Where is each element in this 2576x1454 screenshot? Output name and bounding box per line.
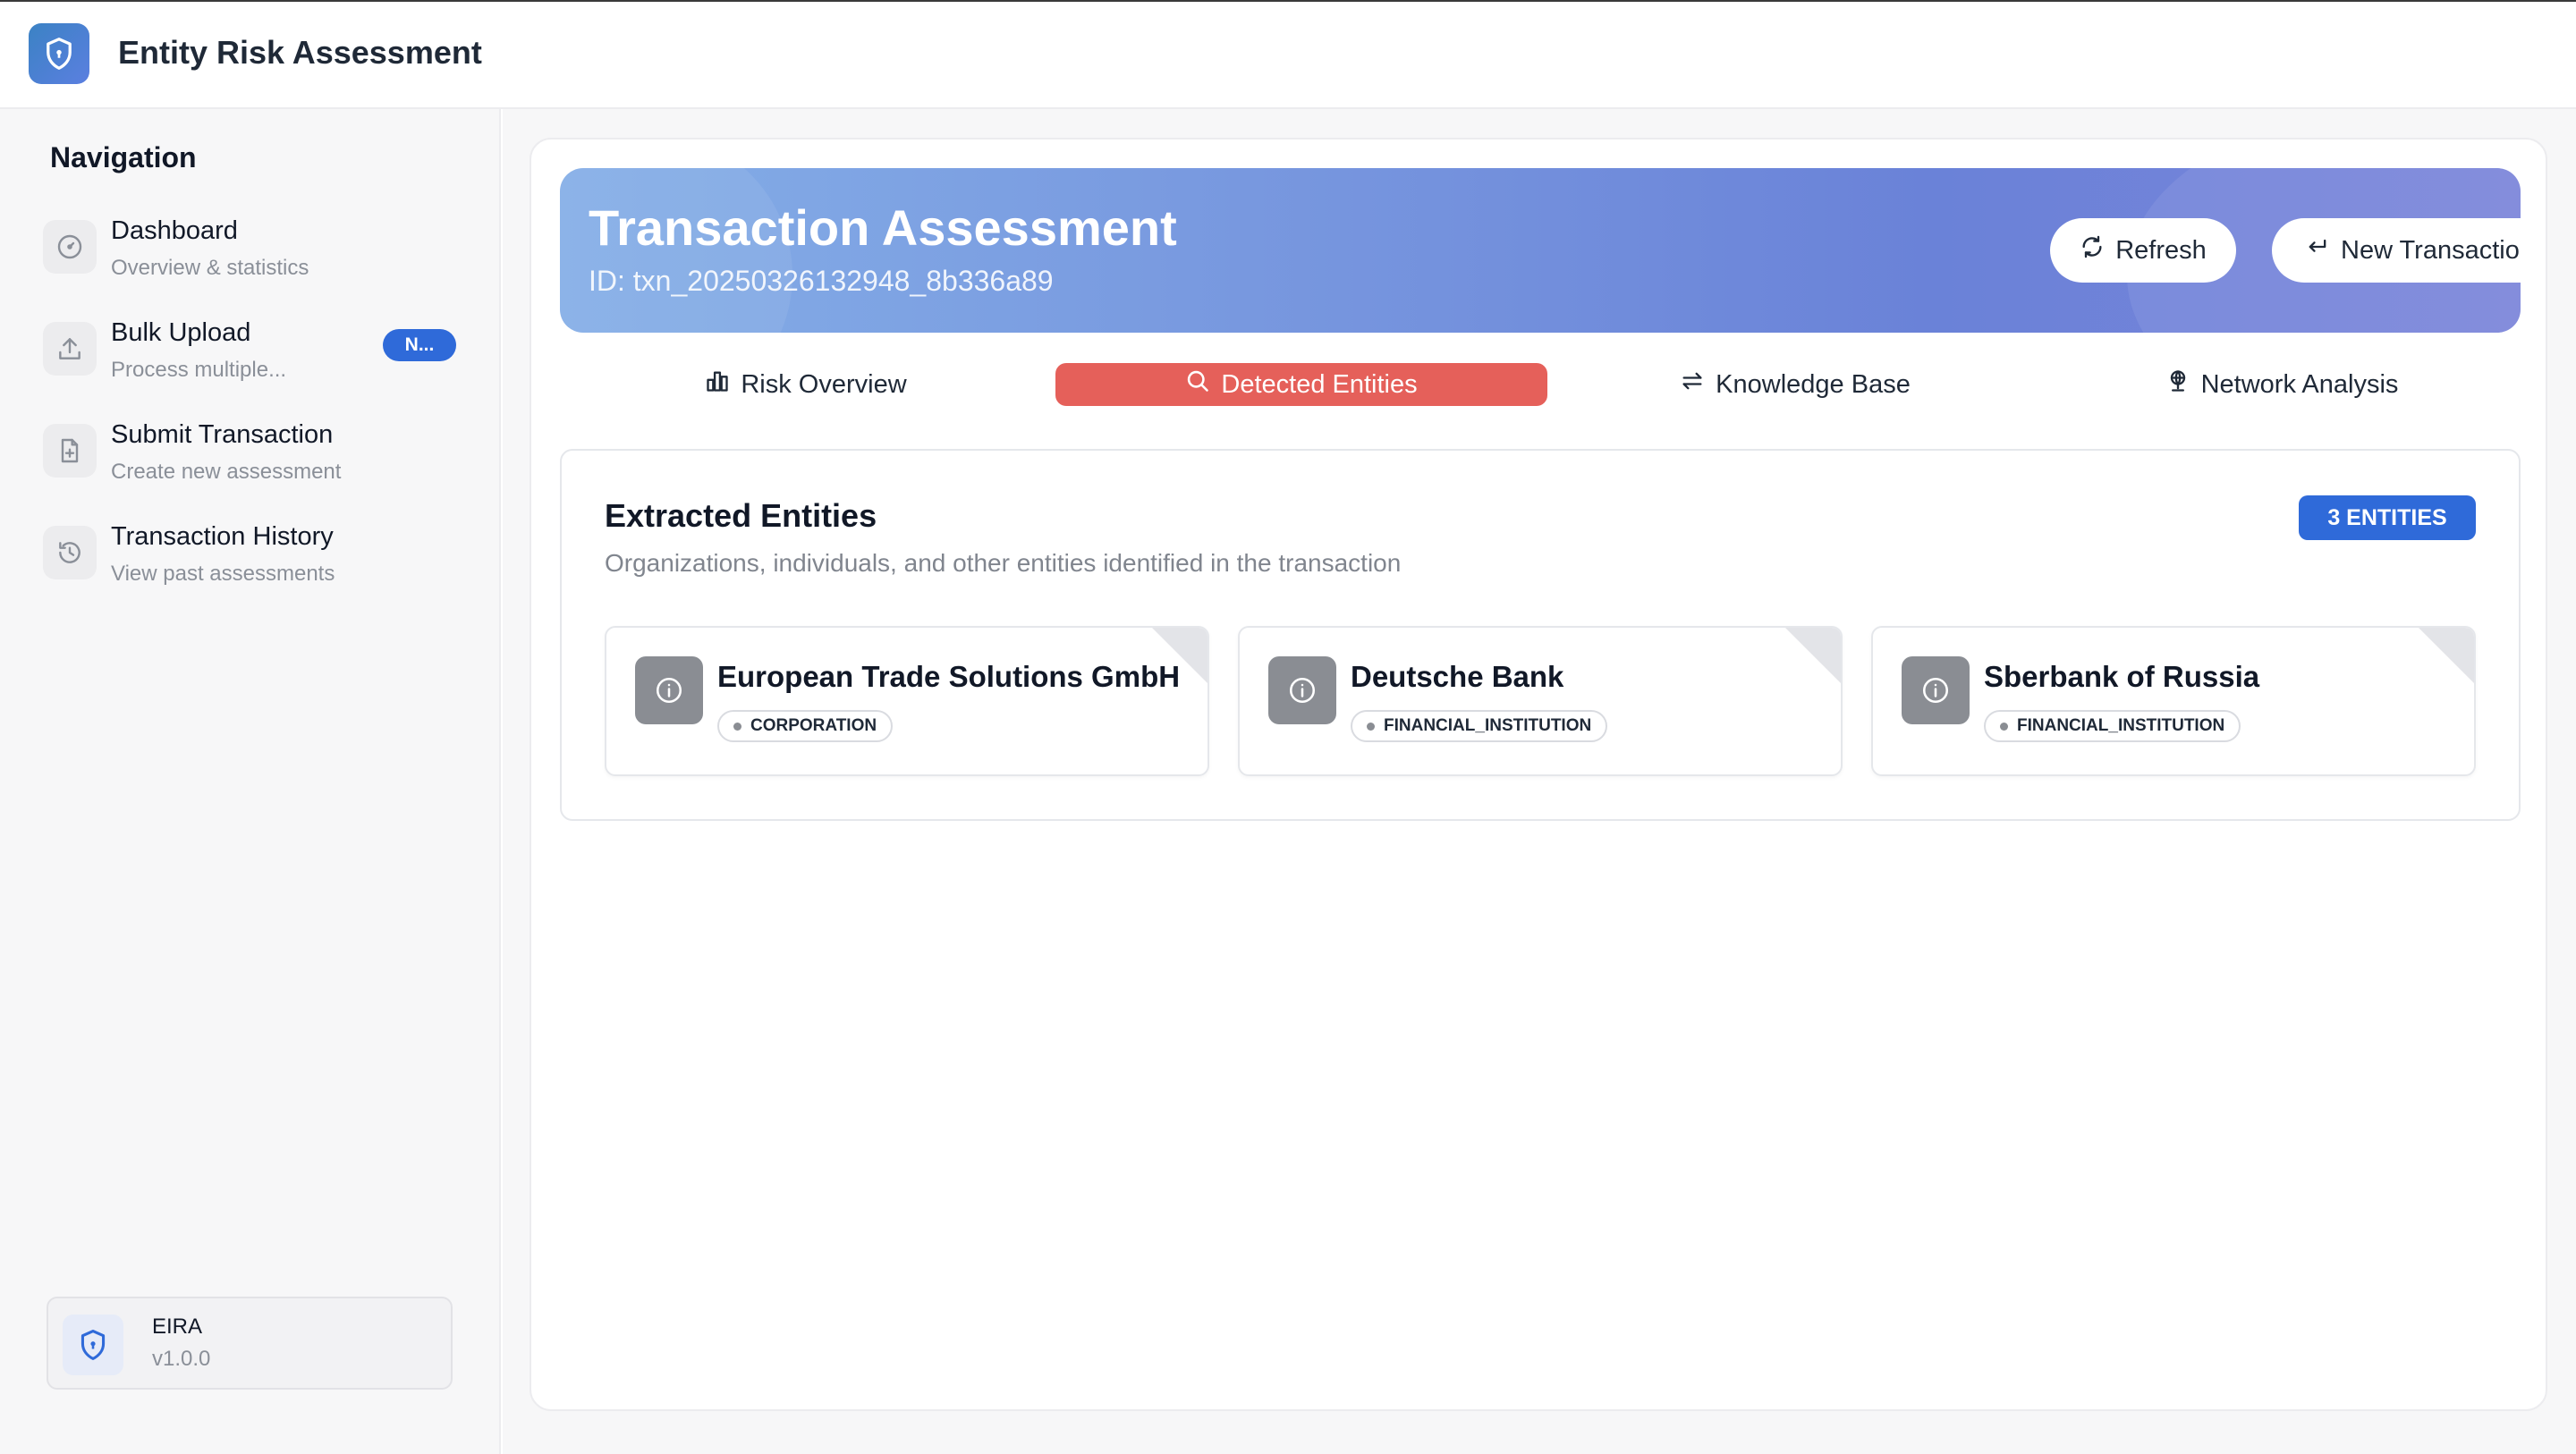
entity-type-label: CORPORATION bbox=[750, 716, 877, 735]
tab-detected-entities[interactable]: Detected Entities bbox=[1055, 363, 1547, 406]
card-corner-fold bbox=[2419, 628, 2474, 683]
sidebar-item-subtitle: View past assessments bbox=[111, 562, 335, 586]
app-name: EIRA bbox=[152, 1315, 203, 1339]
type-dot bbox=[733, 722, 741, 731]
sidebar: Navigation Dashboard Overview & statisti… bbox=[0, 109, 501, 1454]
refresh-label: Refresh bbox=[2115, 235, 2207, 265]
file-plus-icon bbox=[43, 424, 97, 478]
info-icon bbox=[635, 656, 703, 724]
network-globe-icon bbox=[2165, 368, 2190, 401]
version-card: EIRA v1.0.0 bbox=[47, 1297, 453, 1390]
refresh-icon bbox=[2080, 234, 2105, 266]
extracted-entities-panel: Extracted Entities Organizations, indivi… bbox=[560, 449, 2521, 821]
assessment-card: Transaction Assessment ID: txn_202503261… bbox=[530, 138, 2547, 1411]
nav-heading: Navigation bbox=[50, 141, 197, 173]
entity-name: Sberbank of Russia bbox=[1984, 660, 2260, 693]
type-dot bbox=[2000, 722, 2008, 731]
type-dot bbox=[1367, 722, 1375, 731]
sidebar-item-label: Bulk Upload bbox=[111, 318, 251, 347]
sidebar-item-subtitle: Process multiple... bbox=[111, 358, 287, 382]
tab-label: Knowledge Base bbox=[1716, 369, 1911, 399]
entity-type-tag: CORPORATION bbox=[717, 710, 894, 742]
sidebar-item-subtitle: Overview & statistics bbox=[111, 256, 309, 280]
sidebar-item-bulk-upload[interactable]: Bulk Upload Process multiple... N... bbox=[39, 308, 469, 393]
card-corner-fold bbox=[1785, 628, 1841, 683]
app-title: Entity Risk Assessment bbox=[118, 34, 482, 71]
gauge-icon bbox=[43, 220, 97, 274]
upload-icon bbox=[43, 322, 97, 376]
new-transaction-button[interactable]: New Transaction bbox=[2272, 218, 2521, 283]
swap-arrows-icon bbox=[1680, 368, 1705, 401]
sidebar-item-submit-transaction[interactable]: Submit Transaction Create new assessment bbox=[39, 410, 469, 495]
app-header: Entity Risk Assessment bbox=[0, 2, 2576, 109]
info-icon bbox=[1268, 656, 1336, 724]
sidebar-item-label: Submit Transaction bbox=[111, 420, 334, 449]
tab-label: Risk Overview bbox=[741, 369, 907, 399]
tab-risk-overview[interactable]: Risk Overview bbox=[560, 363, 1052, 406]
entity-count-badge: 3 ENTITIES bbox=[2299, 495, 2476, 540]
search-icon bbox=[1185, 368, 1210, 401]
entity-type-label: FINANCIAL_INSTITUTION bbox=[2017, 716, 2225, 735]
refresh-button[interactable]: Refresh bbox=[2050, 218, 2236, 283]
app-version: v1.0.0 bbox=[152, 1347, 211, 1371]
history-icon bbox=[43, 526, 97, 579]
bar-chart-icon bbox=[705, 368, 730, 401]
info-icon bbox=[1902, 656, 1970, 724]
entity-type-tag: FINANCIAL_INSTITUTION bbox=[1351, 710, 1608, 742]
section-title: Extracted Entities bbox=[605, 497, 877, 534]
sidebar-item-dashboard[interactable]: Dashboard Overview & statistics bbox=[39, 206, 469, 292]
return-arrow-icon bbox=[2305, 234, 2330, 266]
entity-card[interactable]: Sberbank of Russia FINANCIAL_INSTITUTION bbox=[1871, 626, 2476, 776]
entity-name: Deutsche Bank bbox=[1351, 660, 1564, 693]
tab-label: Network Analysis bbox=[2200, 369, 2399, 399]
entity-card[interactable]: Deutsche Bank FINANCIAL_INSTITUTION bbox=[1238, 626, 1843, 776]
sidebar-item-label: Dashboard bbox=[111, 216, 238, 245]
page-title: Transaction Assessment bbox=[589, 199, 1177, 256]
entity-name: European Trade Solutions GmbH bbox=[717, 660, 1181, 693]
tab-bar: Risk Overview Detected Entities Knowledg… bbox=[560, 347, 2521, 418]
entity-card[interactable]: European Trade Solutions GmbH CORPORATIO… bbox=[605, 626, 1209, 776]
entity-type-tag: FINANCIAL_INSTITUTION bbox=[1984, 710, 2241, 742]
tab-knowledge-base[interactable]: Knowledge Base bbox=[1549, 363, 2041, 406]
transaction-id: ID: txn_20250326132948_8b336a89 bbox=[589, 265, 1054, 297]
tab-network-analysis[interactable]: Network Analysis bbox=[2043, 363, 2521, 406]
status-badge: N... bbox=[383, 329, 456, 361]
sidebar-item-subtitle: Create new assessment bbox=[111, 460, 342, 484]
shield-icon bbox=[63, 1315, 123, 1375]
section-subtitle: Organizations, individuals, and other en… bbox=[605, 549, 1402, 577]
main-content: Transaction Assessment ID: txn_202503261… bbox=[503, 109, 2576, 1454]
sidebar-item-transaction-history[interactable]: Transaction History View past assessment… bbox=[39, 511, 469, 597]
sidebar-item-label: Transaction History bbox=[111, 522, 334, 551]
new-transaction-label: New Transaction bbox=[2341, 235, 2521, 265]
tab-label: Detected Entities bbox=[1221, 369, 1418, 399]
transaction-hero-banner: Transaction Assessment ID: txn_202503261… bbox=[560, 168, 2521, 333]
entity-type-label: FINANCIAL_INSTITUTION bbox=[1384, 716, 1592, 735]
shield-icon[interactable] bbox=[29, 23, 89, 84]
